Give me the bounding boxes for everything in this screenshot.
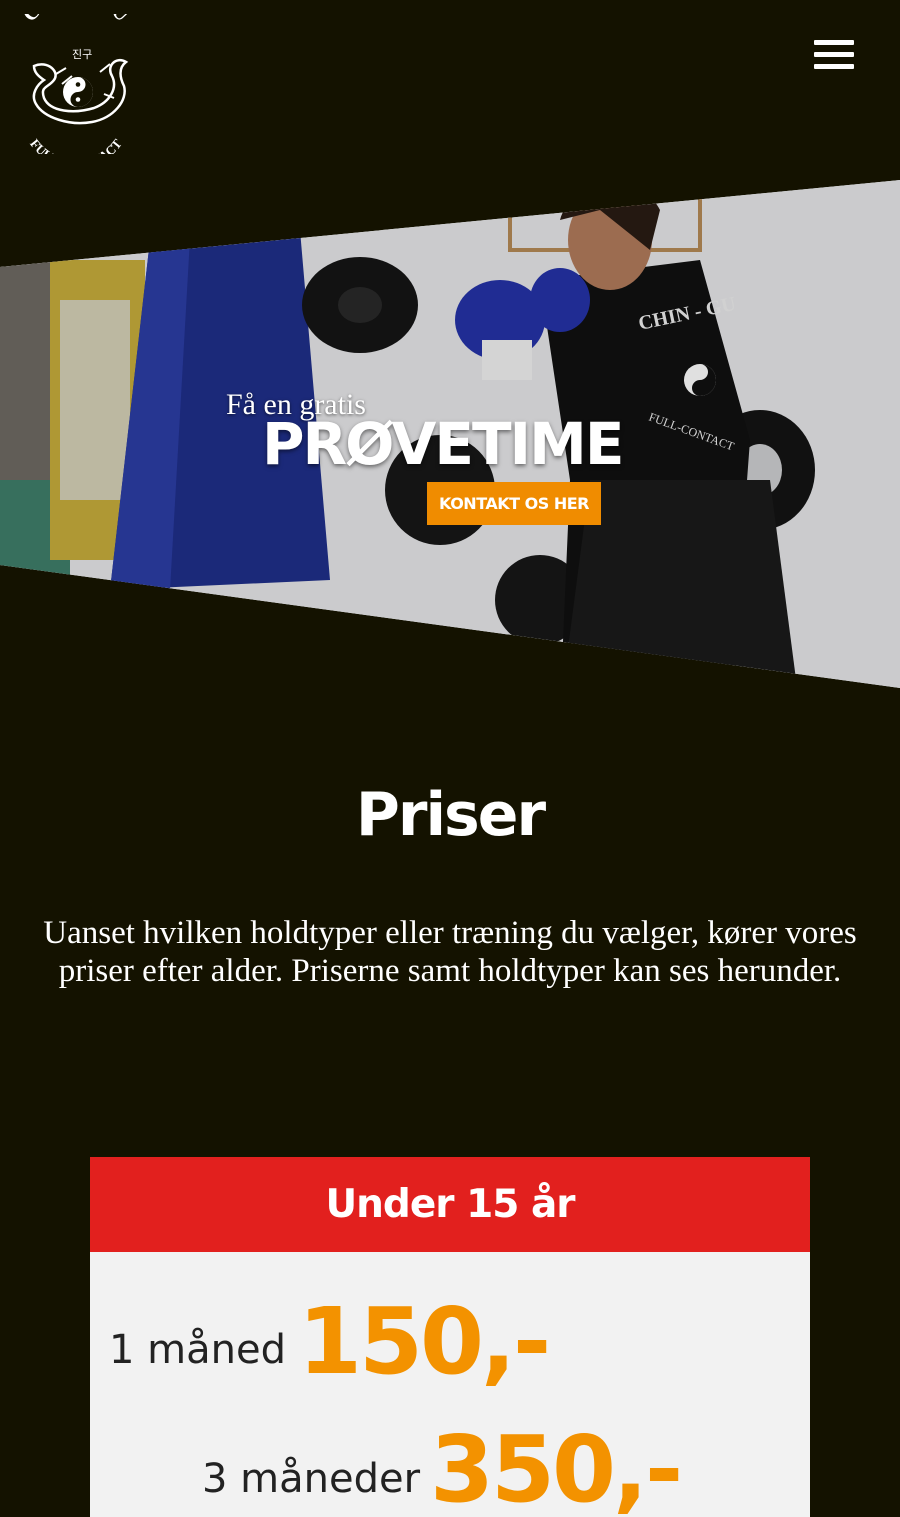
hamburger-menu-button[interactable]	[814, 40, 854, 76]
price-row-3-months: 3 måneder 350,-	[90, 1372, 810, 1517]
prices-heading: Priser	[355, 780, 546, 850]
site-header: CHIN - GU FULL - CONTACT 진구	[0, 0, 900, 171]
chin-gu-logo[interactable]: CHIN - GU FULL - CONTACT 진구	[14, 0, 138, 171]
price-period: 1 måned	[109, 1327, 286, 1373]
prices-intro-text: Uanset hvilken holdtyper eller træning d…	[43, 915, 857, 989]
logo-top-text: CHIN - GU	[17, 0, 134, 26]
contact-cta-button[interactable]: KONTAKT OS HER	[427, 482, 601, 525]
hero-banner: CHIN - GU FULL-CONTACT Få en gratis PRØV…	[0, 150, 900, 710]
hamburger-icon	[814, 40, 854, 45]
logo-emblem-icon: CHIN - GU FULL - CONTACT 진구	[17, 0, 134, 171]
price-period: 3 måneder	[202, 1456, 421, 1502]
hero-heading: PRØVETIME	[262, 410, 624, 478]
price-card-header: Under 15 år	[90, 1157, 810, 1252]
price-row-1-month: 1 måned 150,-	[90, 1252, 810, 1395]
logo-korean-text: 진구	[72, 48, 92, 61]
price-amount: 350,-	[430, 1416, 683, 1517]
price-card-under-15: Under 15 år 1 måned 150,- 3 måneder 350,…	[90, 1157, 810, 1517]
svg-text:CHIN - GU: CHIN - GU	[17, 14, 134, 26]
